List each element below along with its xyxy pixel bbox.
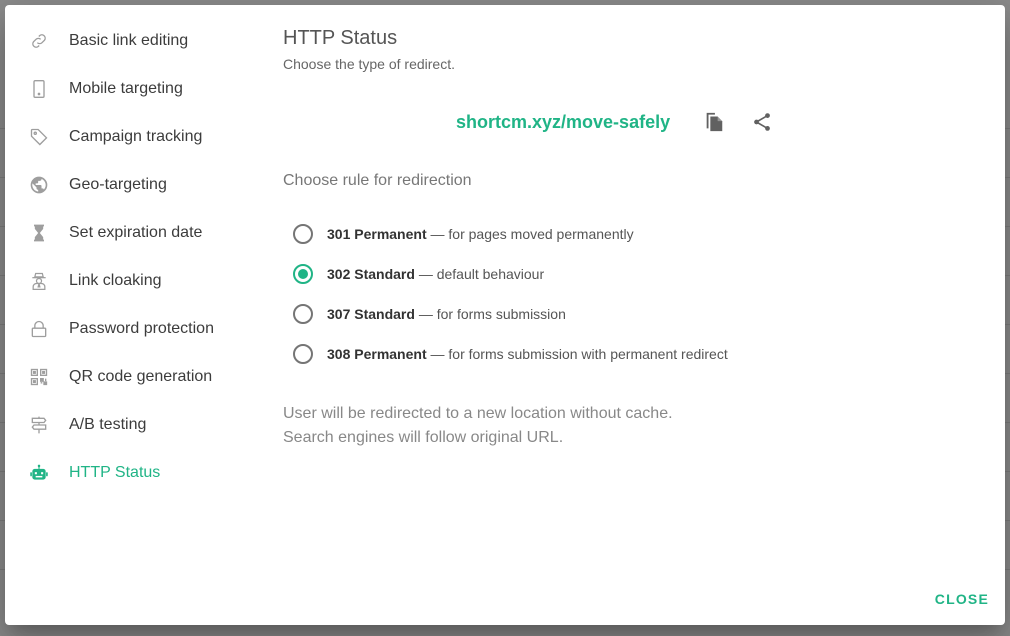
link-icon	[29, 31, 49, 51]
sidebar-item-set-expiration-date[interactable]: Set expiration date	[5, 209, 265, 257]
sidebar-item-label: Geo-targeting	[69, 176, 167, 193]
tag-icon	[29, 127, 49, 147]
http-status-panel: HTTP Status Choose the type of redirect.…	[283, 27, 983, 450]
share-button[interactable]	[744, 104, 780, 140]
lock-icon	[29, 319, 49, 339]
sidebar-item-password-protection[interactable]: Password protection	[5, 305, 265, 353]
copy-icon	[706, 112, 723, 132]
short-link-row: shortcm.xyz/move-safely	[456, 102, 983, 142]
radio-button[interactable]	[293, 304, 313, 324]
radio-option-308[interactable]: 308 Permanent — for forms submission wit…	[283, 334, 983, 374]
option-description: — for forms submission with permanent re…	[426, 346, 728, 362]
sidebar-item-label: QR code generation	[69, 368, 213, 385]
redirect-rule-label: Choose rule for redirection	[283, 172, 472, 189]
sidebar: Basic link editing Mobile targeting Camp…	[5, 17, 265, 497]
close-button[interactable]: CLOSE	[935, 591, 989, 607]
sidebar-item-label: HTTP Status	[69, 464, 161, 481]
share-icon	[754, 113, 770, 131]
sidebar-item-label: Basic link editing	[69, 32, 189, 49]
sidebar-item-qr-code-generation[interactable]: QR code generation	[5, 353, 265, 401]
signpost-icon	[29, 415, 49, 435]
qr-code-icon	[29, 367, 49, 387]
sidebar-item-campaign-tracking[interactable]: Campaign tracking	[5, 113, 265, 161]
radio-option-302[interactable]: 302 Standard — default behaviour	[283, 254, 983, 294]
option-code: 307 Standard	[327, 306, 415, 322]
radio-button-selected[interactable]	[293, 264, 313, 284]
panel-subtitle: Choose the type of redirect.	[283, 56, 455, 72]
radio-option-301[interactable]: 301 Permanent — for pages moved permanen…	[283, 214, 983, 254]
sidebar-item-label: Set expiration date	[69, 224, 203, 241]
sidebar-item-link-cloaking[interactable]: Link cloaking	[5, 257, 265, 305]
option-description: — for forms submission	[414, 306, 566, 322]
option-code: 302 Standard	[327, 266, 415, 282]
option-code: 308 Permanent	[327, 346, 427, 362]
radio-button[interactable]	[293, 224, 313, 244]
sidebar-item-basic-link-editing[interactable]: Basic link editing	[5, 17, 265, 65]
option-description: — for pages moved permanently	[426, 226, 634, 242]
radio-button[interactable]	[293, 344, 313, 364]
globe-icon	[29, 175, 49, 195]
note-line: User will be redirected to a new locatio…	[283, 405, 673, 422]
sidebar-item-label: Link cloaking	[69, 272, 162, 289]
redirect-note: User will be redirected to a new locatio…	[283, 402, 983, 450]
short-link[interactable]: shortcm.xyz/move-safely	[456, 112, 670, 133]
copy-button[interactable]	[696, 104, 732, 140]
sidebar-item-mobile-targeting[interactable]: Mobile targeting	[5, 65, 265, 113]
sidebar-item-ab-testing[interactable]: A/B testing	[5, 401, 265, 449]
sidebar-item-label: A/B testing	[69, 416, 147, 433]
sidebar-item-label: Password protection	[69, 320, 214, 337]
redirect-rule-group: 301 Permanent — for pages moved permanen…	[283, 214, 983, 374]
option-description: — default behaviour	[414, 266, 545, 282]
note-line: Search engines will follow original URL.	[283, 429, 564, 446]
spy-icon	[29, 271, 49, 291]
mobile-icon	[29, 79, 49, 99]
sidebar-item-http-status[interactable]: HTTP Status	[5, 449, 265, 497]
sidebar-item-label: Mobile targeting	[69, 80, 183, 97]
http-status-dialog: Basic link editing Mobile targeting Camp…	[5, 5, 1005, 625]
radio-option-307[interactable]: 307 Standard — for forms submission	[283, 294, 983, 334]
sidebar-item-geo-targeting[interactable]: Geo-targeting	[5, 161, 265, 209]
robot-icon	[29, 463, 49, 483]
option-code: 301 Permanent	[327, 226, 427, 242]
sidebar-item-label: Campaign tracking	[69, 128, 203, 145]
panel-title: HTTP Status	[283, 27, 398, 49]
hourglass-icon	[29, 223, 49, 243]
